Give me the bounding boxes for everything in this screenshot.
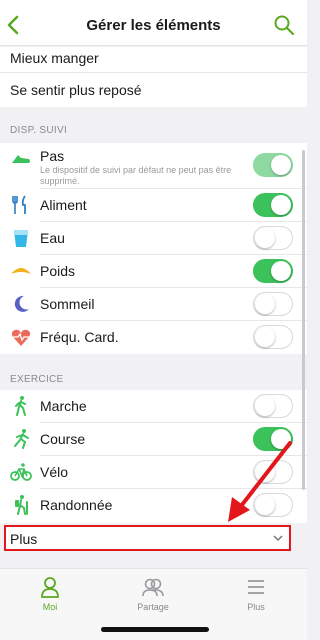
exercise-label: Marche [40, 398, 87, 414]
tracker-row-aliment: Aliment [0, 189, 307, 222]
tracker-row-pas: Pas Le dispositif de suivi par défaut ne… [0, 143, 307, 189]
tracker-row-poids: Poids [0, 255, 307, 288]
more-label: Plus [10, 531, 38, 547]
menu-icon [248, 580, 264, 594]
toggle-course[interactable] [253, 427, 293, 451]
list-item-se-sentir-plus-repose[interactable]: Se sentir plus reposé [0, 73, 307, 107]
tracker-label: Poids [40, 263, 76, 279]
toggle-aliment[interactable] [253, 193, 293, 217]
toggle-randonnee[interactable] [253, 493, 293, 517]
section-title: DISP. SUIVI [10, 125, 68, 136]
tab-label: Partage [137, 602, 169, 612]
home-indicator [101, 627, 209, 632]
people-icon [142, 578, 164, 597]
section-title: EXERCICE [10, 374, 64, 385]
tracker-label: Fréqu. Card. [40, 329, 119, 345]
exercise-label: Vélo [40, 464, 69, 480]
scale-icon [11, 268, 31, 274]
toggle-marche[interactable] [253, 394, 293, 418]
tracker-row-sommeil: Sommeil [0, 288, 307, 321]
toggle-sommeil[interactable] [253, 292, 293, 316]
fork-knife-icon [12, 195, 26, 214]
bicycle-icon [10, 463, 32, 481]
search-icon[interactable] [273, 14, 295, 36]
exercise-row-randonnee: Randonnée [0, 489, 307, 523]
toggle-pas [253, 153, 293, 177]
tab-partage[interactable]: Partage [103, 575, 203, 612]
section-header-exercise: EXERCICE [0, 354, 307, 390]
tracker-label: Pas [40, 148, 65, 164]
shoe-icon [12, 155, 30, 163]
list-item-mieux-manger[interactable]: Mieux manger [0, 47, 307, 73]
toggle-eau[interactable] [253, 226, 293, 250]
tracker-subtitle: Le dispositif de suivi par défaut ne peu… [40, 165, 232, 186]
hiking-icon [15, 495, 28, 515]
heart-rate-icon [11, 329, 31, 346]
moon-icon [14, 295, 29, 312]
list-item-label: Mieux manger [10, 50, 99, 66]
chevron-down-icon [273, 535, 283, 542]
page-title: Gérer les éléments [86, 17, 221, 34]
exercise-label: Course [40, 431, 86, 447]
list-item-label: Se sentir plus reposé [10, 82, 142, 98]
walking-icon [15, 396, 26, 416]
toggle-poids[interactable] [253, 259, 293, 283]
water-glass-icon [14, 230, 28, 247]
tracker-label: Sommeil [40, 296, 95, 312]
running-icon [14, 429, 29, 449]
tab-plus[interactable]: Plus [206, 575, 306, 612]
tab-label: Moi [42, 602, 58, 612]
tracker-row-frequence-cardiaque: Fréqu. Card. [0, 321, 307, 354]
exercise-label: Randonnée [40, 497, 113, 513]
exercise-row-course: Course [0, 423, 307, 456]
more-exercises-dropdown[interactable]: Plus [4, 525, 291, 551]
navigation-header: Gérer les éléments [0, 0, 307, 46]
toggle-velo[interactable] [253, 460, 293, 484]
tab-moi[interactable]: Moi [0, 575, 100, 612]
person-icon [41, 577, 59, 598]
tracker-label: Eau [40, 230, 65, 246]
scrollbar[interactable] [302, 150, 305, 490]
tracker-label: Aliment [40, 197, 87, 213]
exercise-row-marche: Marche [0, 390, 307, 423]
exercise-row-velo: Vélo [0, 456, 307, 489]
section-header-tracking: DISP. SUIVI [0, 107, 307, 143]
tracker-row-eau: Eau [0, 222, 307, 255]
toggle-frequence-cardiaque[interactable] [253, 325, 293, 349]
tab-label: Plus [247, 602, 265, 612]
